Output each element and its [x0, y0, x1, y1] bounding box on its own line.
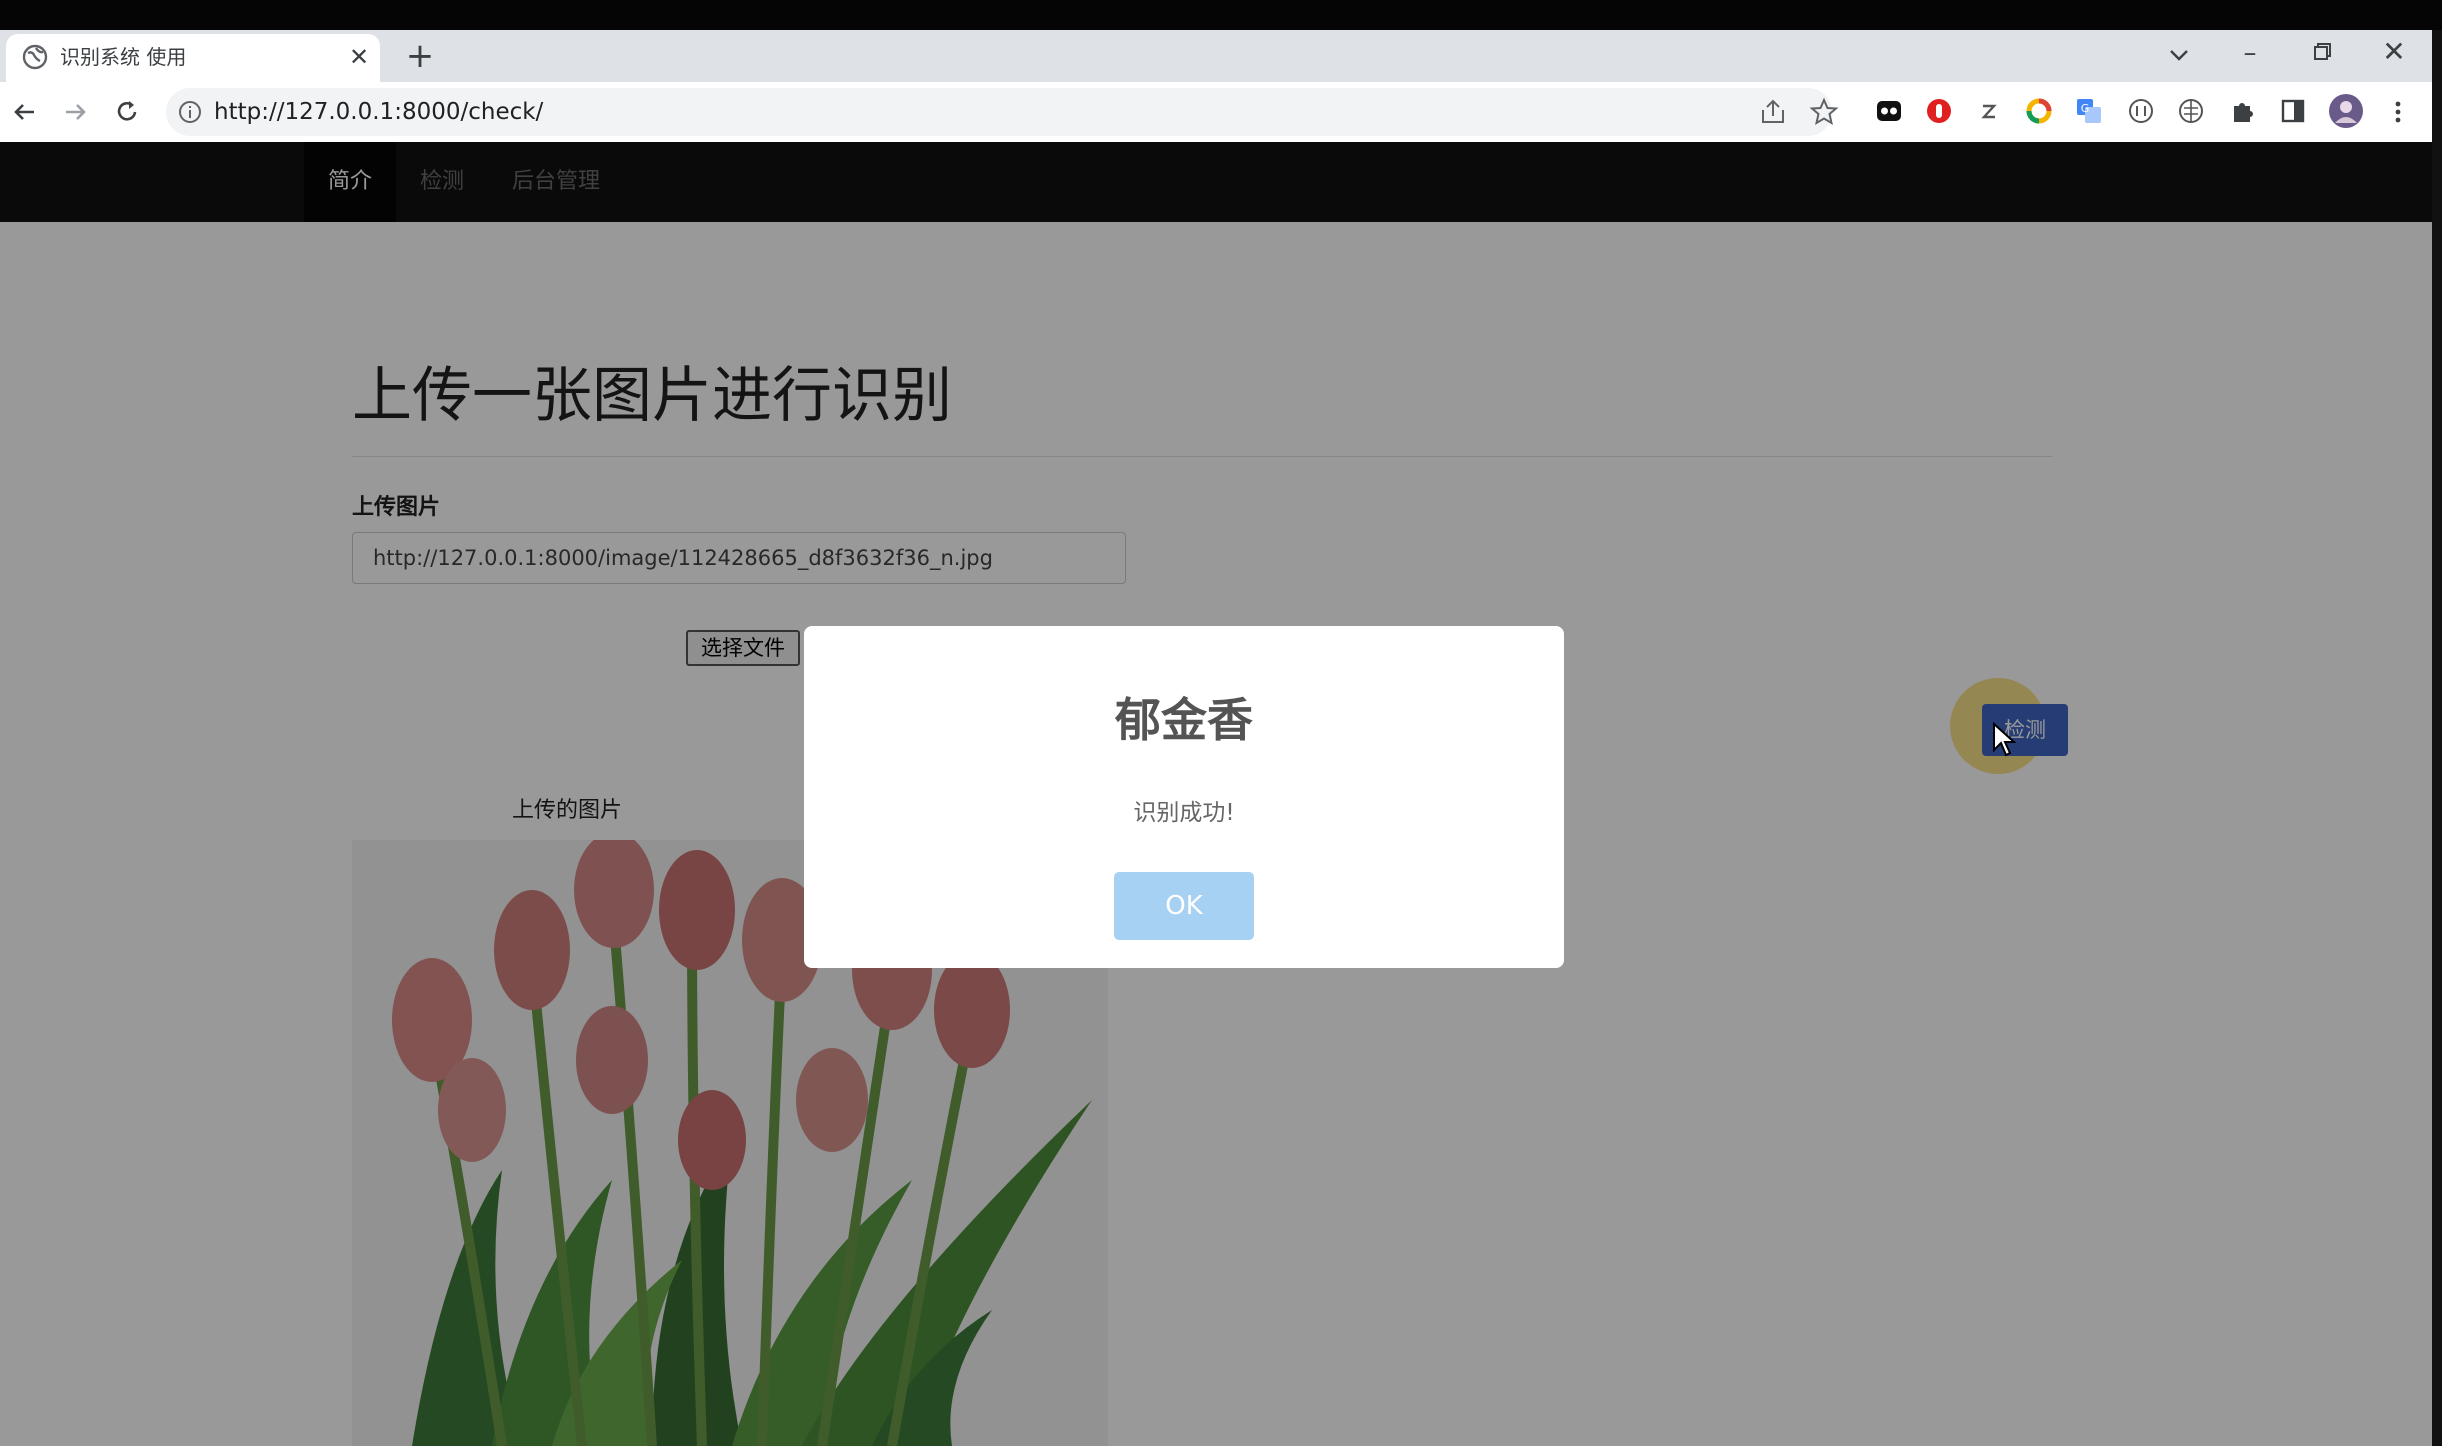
colorful-ring-icon[interactable]	[2024, 96, 2054, 126]
translate-icon[interactable]: G	[2074, 96, 2104, 126]
window-right-edge	[2432, 30, 2442, 1446]
url-text[interactable]: http://127.0.0.1:8000/check/	[214, 92, 543, 132]
share-icon[interactable]	[1758, 98, 1788, 126]
bookmark-star-icon[interactable]	[1808, 96, 1840, 128]
sidepanel-icon[interactable]	[2278, 96, 2308, 126]
forward-arrow-icon[interactable]	[58, 94, 92, 130]
tab-manager-icon[interactable]	[1874, 96, 1904, 126]
puzzle-icon[interactable]	[2228, 96, 2258, 126]
tab-title: 识别系统 使用	[60, 45, 187, 69]
ok-button[interactable]: OK	[1114, 872, 1254, 940]
minimize-icon[interactable]: –	[2230, 36, 2270, 70]
globe-ext-icon[interactable]	[2176, 96, 2206, 126]
new-tab-icon[interactable]: +	[402, 36, 438, 76]
info-icon[interactable]	[178, 100, 202, 124]
dialog-message: 识别成功!	[1133, 800, 1235, 826]
window-close-icon[interactable]: ✕	[2374, 34, 2414, 70]
kebab-menu-icon[interactable]	[2388, 96, 2408, 128]
profile-avatar[interactable]	[2328, 93, 2364, 129]
adblock-icon[interactable]	[1924, 96, 1954, 126]
globe-icon	[22, 44, 48, 70]
svg-text:G: G	[2081, 102, 2090, 115]
restore-icon[interactable]	[2302, 36, 2342, 70]
reload-icon[interactable]	[110, 94, 144, 130]
chevron-down-icon[interactable]	[2162, 38, 2196, 72]
window-top-strip	[0, 0, 2442, 30]
zotero-icon[interactable]	[1974, 96, 2004, 126]
back-arrow-icon[interactable]	[8, 94, 42, 130]
grid-icon[interactable]	[2126, 96, 2156, 126]
dialog-title: 郁金香	[1115, 693, 1253, 747]
tab-close-icon[interactable]: ✕	[344, 40, 374, 74]
mouse-cursor-icon	[1993, 722, 2016, 757]
